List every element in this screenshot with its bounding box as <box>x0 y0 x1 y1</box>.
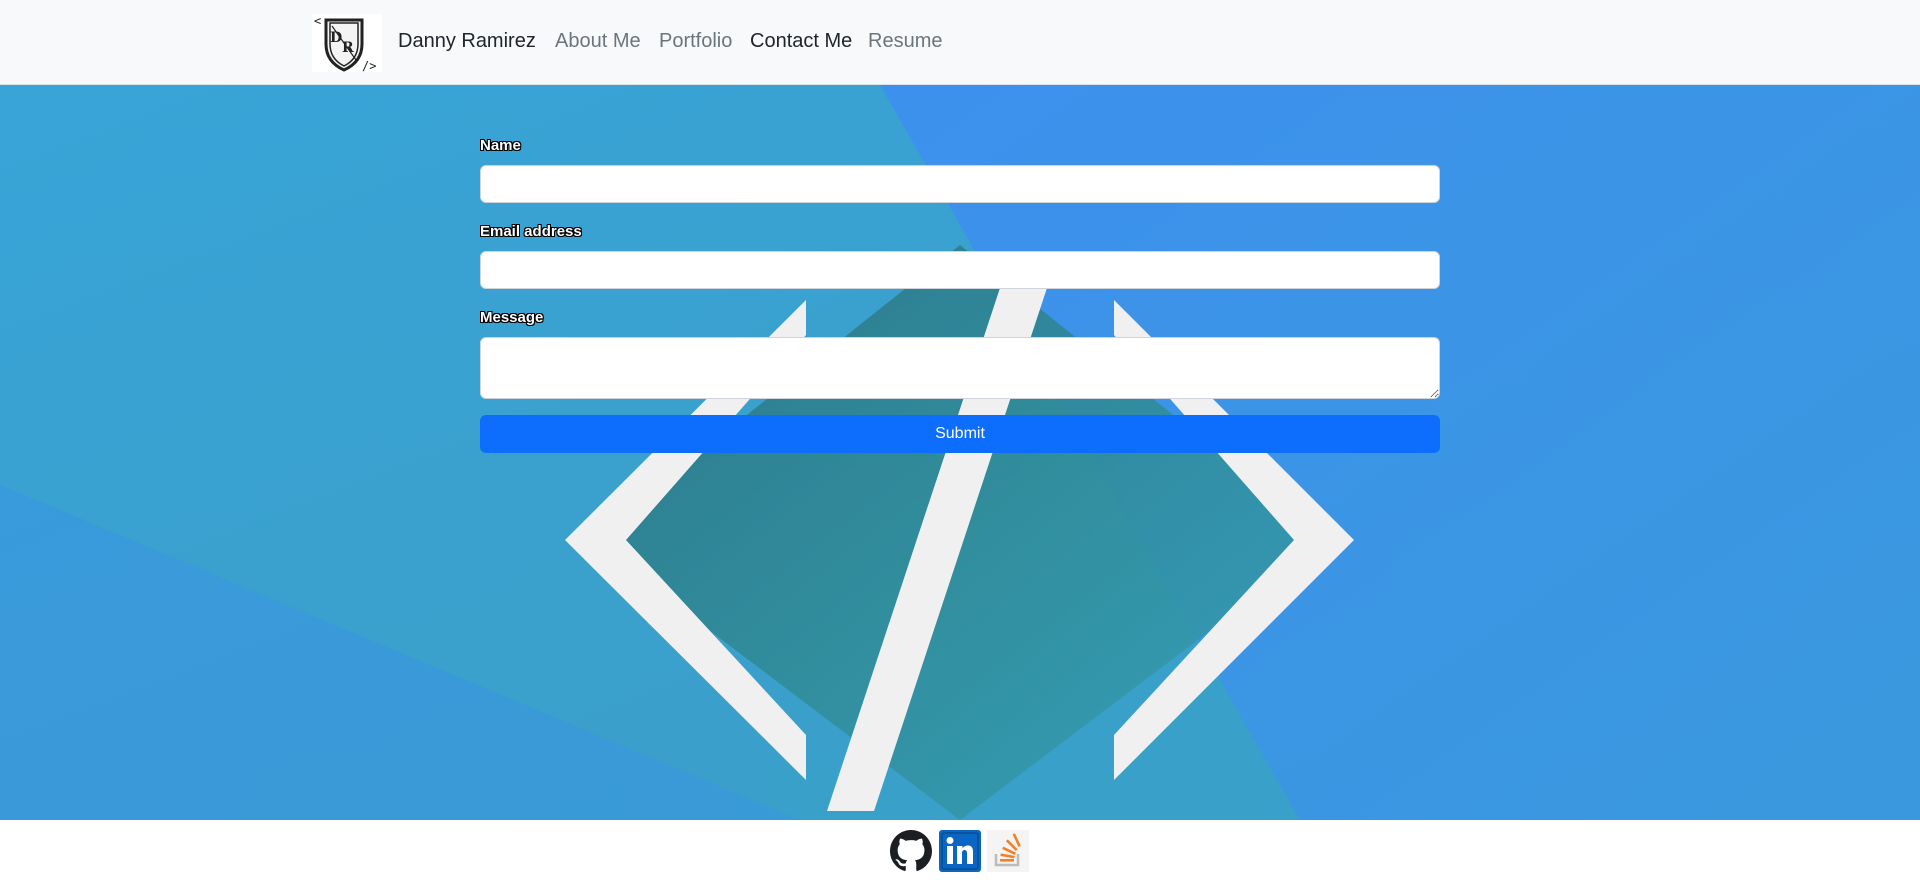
svg-text:<: < <box>314 14 321 28</box>
footer <box>0 820 1920 880</box>
svg-text:D: D <box>330 30 342 46</box>
github-icon[interactable] <box>890 830 932 872</box>
submit-button[interactable]: Submit <box>480 415 1440 453</box>
name-label: Name <box>480 137 521 154</box>
brand-name[interactable]: Danny Ramirez <box>398 30 536 53</box>
name-input[interactable] <box>480 165 1440 203</box>
nav-link-contact-me[interactable]: Contact Me <box>750 30 852 53</box>
email-input[interactable] <box>480 251 1440 289</box>
linkedin-icon[interactable] <box>939 830 981 872</box>
dr-shield-logo-icon[interactable]: < D R /> <box>312 14 382 73</box>
nav-link-resume[interactable]: Resume <box>868 30 942 53</box>
message-label: Message <box>480 309 544 326</box>
stackoverflow-icon[interactable] <box>987 830 1029 872</box>
nav-link-about-me[interactable]: About Me <box>555 30 641 53</box>
svg-text:/>: /> <box>362 59 376 72</box>
nav-link-portfolio[interactable]: Portfolio <box>659 30 732 53</box>
navbar: < D R /> Danny Ramirez About Me Portfoli… <box>0 0 1920 85</box>
message-textarea[interactable] <box>480 337 1440 399</box>
svg-text:R: R <box>342 40 354 56</box>
hero-section: Name Email address Message Submit <box>0 85 1920 820</box>
email-label: Email address <box>480 223 582 240</box>
